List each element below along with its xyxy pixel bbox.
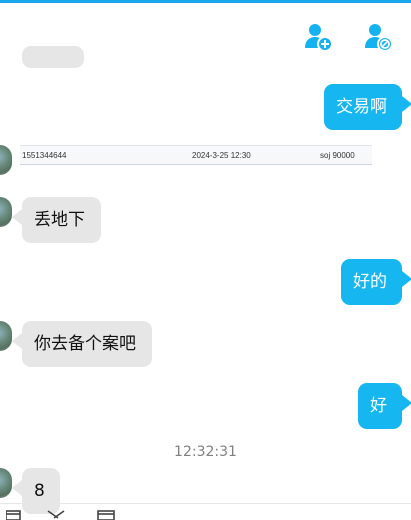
message-table-strip[interactable]: 1551344644 2024-3-25 12:30 soj 90000 <box>20 145 372 165</box>
emoji-icon[interactable] <box>6 510 21 520</box>
table-cell: soj 90000 <box>320 151 355 160</box>
contact-avatar[interactable] <box>0 321 12 351</box>
message-bubble-incoming[interactable]: 丢地下 <box>12 197 101 243</box>
message-timestamp: 12:32:31 <box>174 444 237 460</box>
message-text: 8 <box>34 481 45 501</box>
message-text: 丢地下 <box>34 210 85 230</box>
contact-avatar[interactable] <box>0 145 12 175</box>
image-icon[interactable] <box>97 510 115 520</box>
message-text: 好的 <box>353 272 387 292</box>
scissors-icon[interactable] <box>47 510 65 519</box>
table-cell: 1551344644 <box>22 151 67 160</box>
chat-messages: 交易啊 1551344644 2024-3-25 12:30 soj 90000… <box>0 0 411 518</box>
message-text: 你去备个案吧 <box>34 334 136 354</box>
message-text: 交易啊 <box>336 97 387 117</box>
message-bubble-incoming[interactable]: 你去备个案吧 <box>12 321 152 367</box>
input-toolbar-divider <box>0 503 411 504</box>
input-toolbar-icons <box>6 510 115 520</box>
table-cell: 2024-3-25 12:30 <box>192 151 251 160</box>
contact-avatar[interactable] <box>0 197 12 227</box>
message-bubble-incoming[interactable] <box>22 46 84 68</box>
message-text: 好 <box>370 396 387 416</box>
message-bubble-outgoing[interactable]: 好 <box>358 383 411 429</box>
message-bubble-outgoing[interactable]: 好的 <box>341 259 411 305</box>
message-bubble-outgoing[interactable]: 交易啊 <box>324 84 411 130</box>
contact-avatar[interactable] <box>0 468 12 498</box>
